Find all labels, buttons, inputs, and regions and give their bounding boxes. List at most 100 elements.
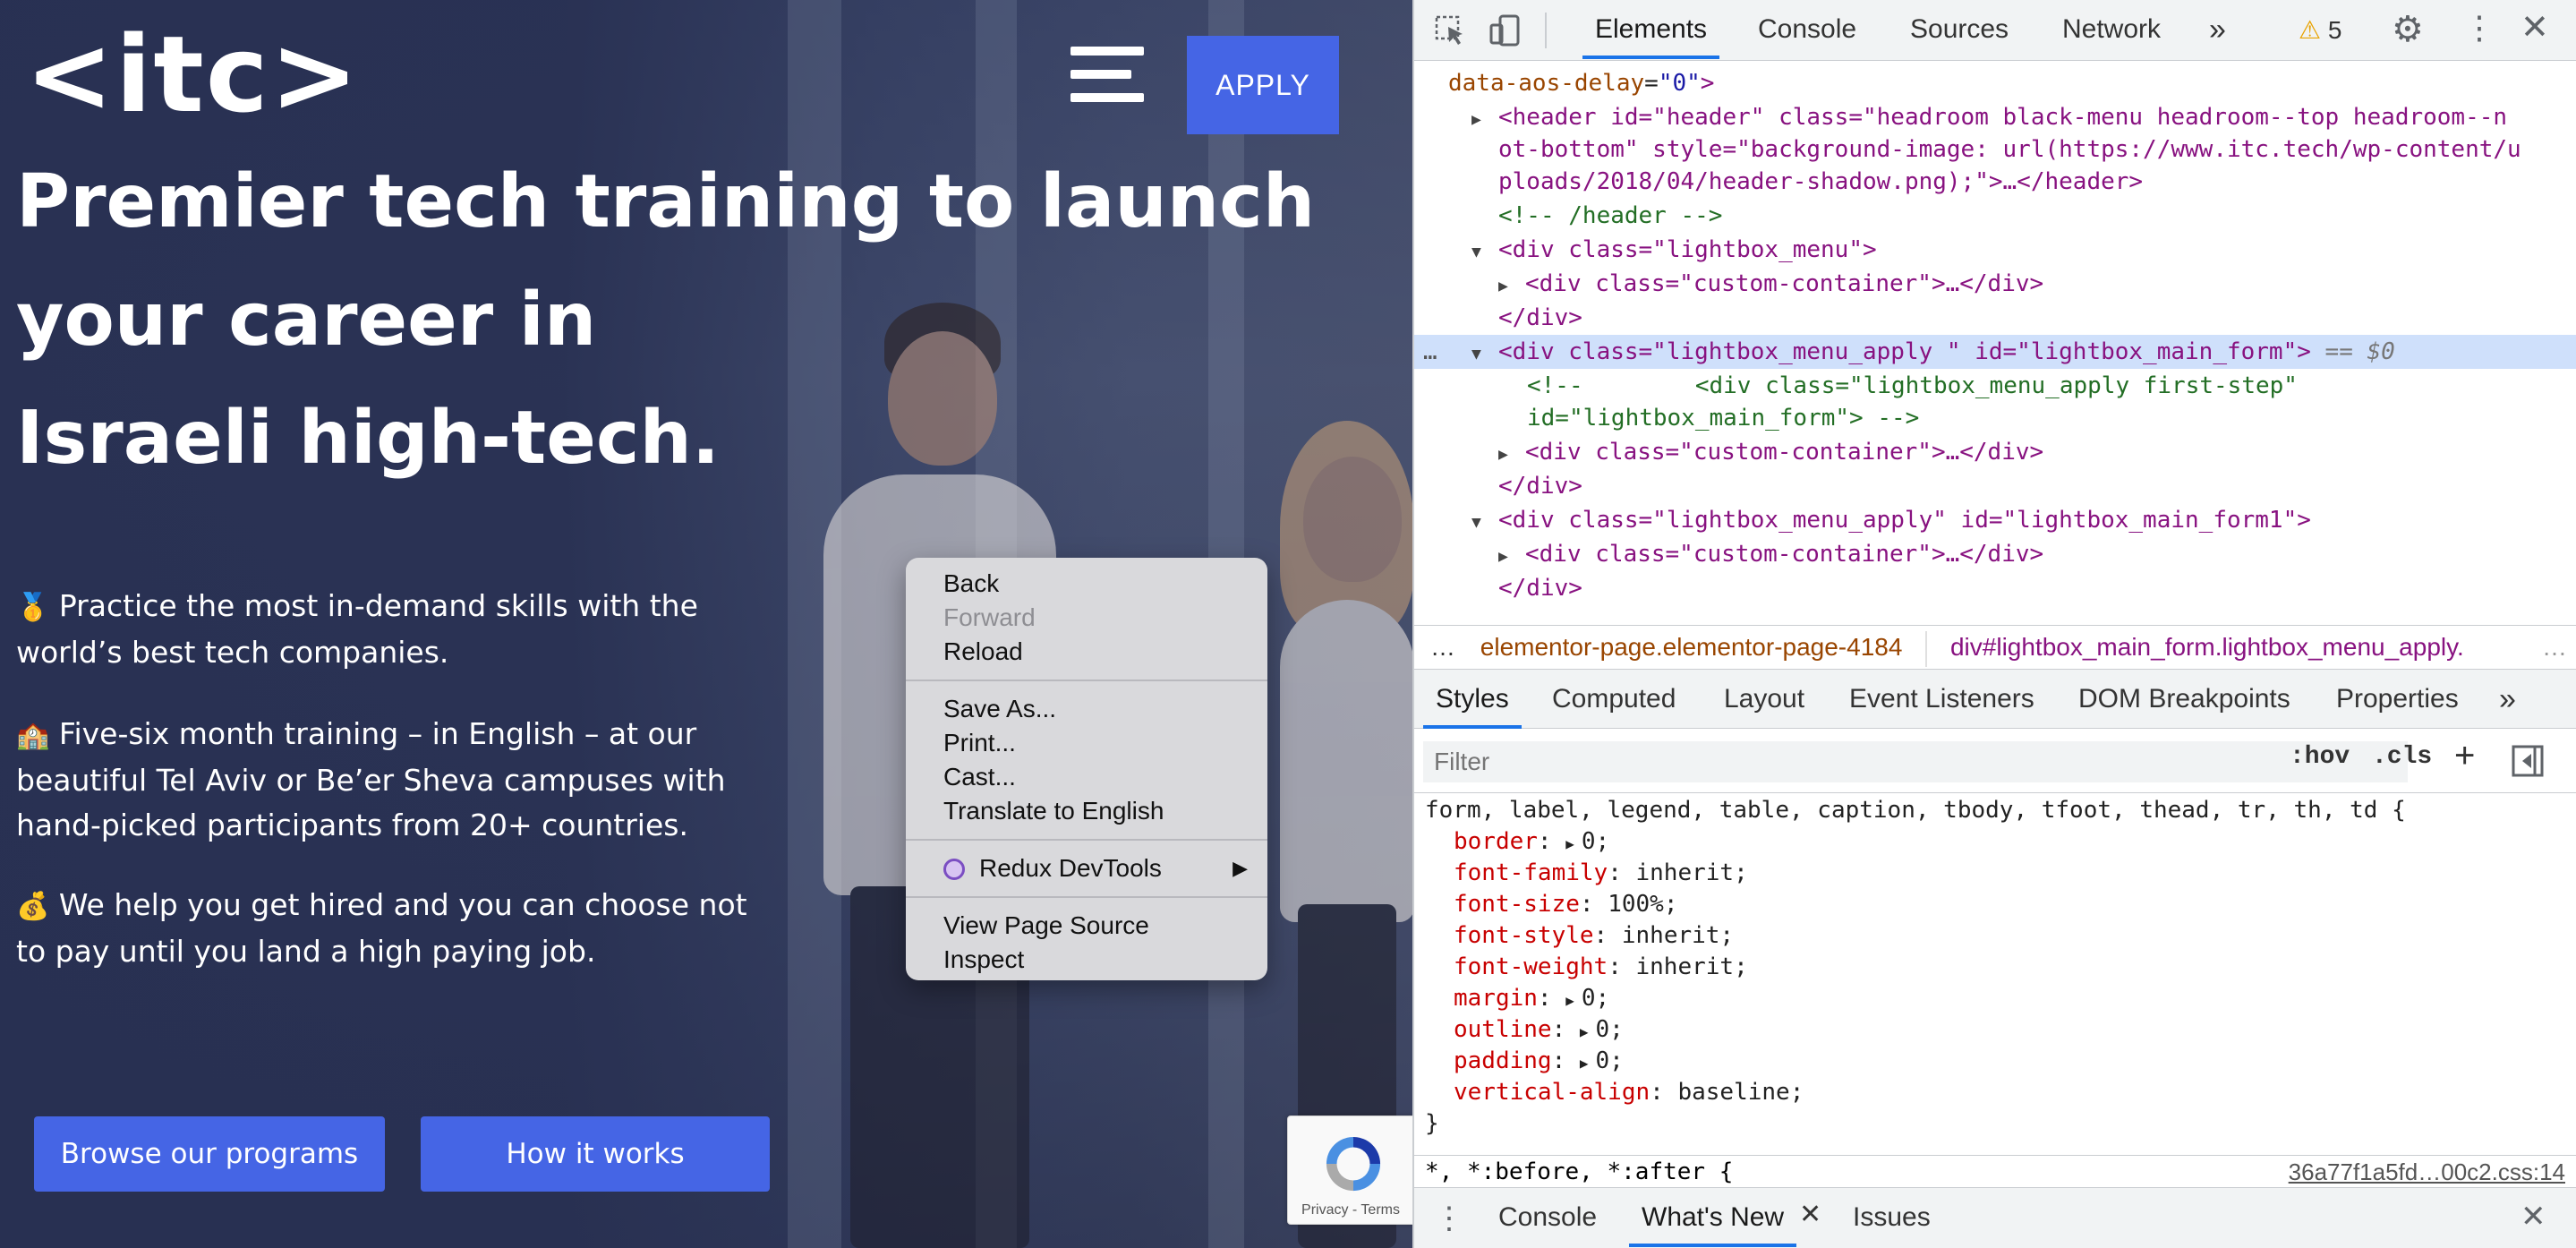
close-tab-icon[interactable]: ✕ bbox=[1799, 1199, 1821, 1230]
collapse-triangle-icon[interactable]: ▼ bbox=[1471, 506, 1498, 540]
expand-triangle-icon[interactable]: ▶ bbox=[1498, 269, 1525, 303]
tab-computed[interactable]: Computed bbox=[1552, 670, 1676, 729]
dom-node-custom-container[interactable]: ▶ <div class="custom-container">…</div> bbox=[1414, 537, 2576, 571]
css-value[interactable]: 100%; bbox=[1608, 891, 1677, 918]
dom-node-close[interactable]: </div> bbox=[1414, 469, 2576, 503]
tab-properties[interactable]: Properties bbox=[2336, 670, 2459, 729]
tab-elements[interactable]: Elements bbox=[1582, 0, 1720, 59]
dom-comment[interactable]: <!-- <div class="lightbox_menu_apply fir… bbox=[1414, 369, 2576, 403]
css-selector[interactable]: form, label, legend, table, caption, tbo… bbox=[1425, 795, 2406, 826]
hamburger-menu-icon[interactable] bbox=[1070, 47, 1144, 102]
css-value[interactable]: inherit; bbox=[1636, 953, 1748, 980]
more-options-icon[interactable]: ⋮ bbox=[2463, 9, 2495, 47]
dom-comment[interactable]: <!-- /header --> bbox=[1414, 199, 2576, 233]
dom-node-custom-container[interactable]: ▶ <div class="custom-container">…</div> bbox=[1414, 267, 2576, 301]
css-declaration[interactable]: font-weight: inherit; bbox=[1454, 952, 1748, 983]
menu-item-cast[interactable]: Cast... bbox=[906, 760, 1267, 794]
dom-node-line[interactable]: data-aos-delay="0"> bbox=[1414, 66, 2576, 100]
breadcrumb-more-icon[interactable]: … bbox=[1414, 626, 1473, 669]
styles-rules[interactable]: form, label, legend, table, caption, tbo… bbox=[1414, 795, 2576, 1153]
apply-button[interactable]: APPLY bbox=[1187, 36, 1339, 134]
expand-shorthand-icon[interactable]: ▶ bbox=[1565, 992, 1574, 1009]
tab-console[interactable]: Console bbox=[1758, 0, 1856, 59]
recaptcha-badge[interactable]: Privacy - Terms bbox=[1287, 1116, 1412, 1225]
css-property[interactable]: font-size bbox=[1454, 891, 1580, 918]
expand-triangle-icon[interactable]: ▶ bbox=[1498, 540, 1525, 574]
how-it-works-button[interactable]: How it works bbox=[421, 1116, 770, 1192]
css-selector[interactable]: *, *:before, *:after { bbox=[1414, 1158, 1733, 1185]
css-source-link[interactable]: 36a77f1a5fd…00c2.css:14 bbox=[2289, 1156, 2565, 1188]
css-property[interactable]: font-family bbox=[1454, 859, 1608, 886]
breadcrumb-more-icon[interactable]: … bbox=[2535, 626, 2567, 669]
css-declaration[interactable]: vertical-align: baseline; bbox=[1454, 1077, 1804, 1108]
expand-shorthand-icon[interactable]: ▶ bbox=[1565, 835, 1574, 852]
css-property[interactable]: outline bbox=[1454, 1016, 1552, 1043]
dom-node-custom-container[interactable]: ▶ <div class="custom-container">…</div> bbox=[1414, 435, 2576, 469]
css-value[interactable]: baseline; bbox=[1677, 1079, 1804, 1106]
css-declaration[interactable]: font-size: 100%; bbox=[1454, 889, 1677, 920]
collapse-triangle-icon[interactable]: ▼ bbox=[1471, 235, 1498, 269]
css-value[interactable]: 0; bbox=[1596, 1016, 1624, 1043]
tab-event-listeners[interactable]: Event Listeners bbox=[1849, 670, 2034, 729]
expand-shorthand-icon[interactable]: ▶ bbox=[1580, 1055, 1589, 1072]
menu-item-reload[interactable]: Reload bbox=[906, 635, 1267, 669]
css-value[interactable]: 0; bbox=[1582, 828, 1609, 855]
css-declaration[interactable]: padding: ▶ 0; bbox=[1454, 1046, 1624, 1077]
dom-node-close[interactable]: </div> bbox=[1414, 571, 2576, 605]
dom-tree[interactable]: data-aos-delay="0"> ▶ <header id="header"… bbox=[1414, 61, 2576, 625]
css-property[interactable]: font-weight bbox=[1454, 953, 1608, 980]
css-value[interactable]: 0; bbox=[1596, 1047, 1624, 1074]
browse-programs-button[interactable]: Browse our programs bbox=[34, 1116, 385, 1192]
close-devtools-icon[interactable]: ✕ bbox=[2521, 7, 2549, 47]
recaptcha-privacy-terms[interactable]: Privacy - Terms bbox=[1288, 1202, 1412, 1218]
css-property[interactable]: font-style bbox=[1454, 922, 1594, 949]
hov-toggle[interactable]: :hov bbox=[2290, 743, 2350, 771]
menu-item-inspect[interactable]: Inspect bbox=[906, 943, 1267, 977]
menu-item-view-source[interactable]: View Page Source bbox=[906, 909, 1267, 943]
close-drawer-icon[interactable]: ✕ bbox=[2521, 1199, 2546, 1235]
tab-styles[interactable]: Styles bbox=[1423, 670, 1522, 729]
drawer-tab-issues[interactable]: Issues bbox=[1853, 1188, 1931, 1247]
tab-layout[interactable]: Layout bbox=[1724, 670, 1804, 729]
menu-item-print[interactable]: Print... bbox=[906, 726, 1267, 760]
menu-item-back[interactable]: Back bbox=[906, 567, 1267, 601]
css-property[interactable]: border bbox=[1454, 828, 1538, 855]
breadcrumb-item[interactable]: elementor-page.elementor-page-4184 bbox=[1480, 633, 1903, 661]
new-style-rule-icon[interactable]: + bbox=[2454, 736, 2475, 776]
dom-node-selected[interactable]: … ▼ <div class="lightbox_menu_apply " id="… bbox=[1414, 335, 2576, 369]
inspect-element-icon[interactable] bbox=[1434, 14, 1466, 47]
menu-item-redux-devtools[interactable]: Redux DevTools ▶ bbox=[906, 851, 1267, 885]
tab-sources[interactable]: Sources bbox=[1910, 0, 2009, 59]
css-declaration[interactable]: margin: ▶ 0; bbox=[1454, 983, 1609, 1014]
menu-item-save-as[interactable]: Save As... bbox=[906, 692, 1267, 726]
next-style-rule[interactable]: *, *:before, *:after { 36a77f1a5fd…00c2.… bbox=[1414, 1155, 2576, 1187]
more-tabs-icon[interactable]: » bbox=[2499, 670, 2516, 729]
node-actions-icon[interactable]: … bbox=[1423, 335, 1471, 369]
drawer-tab-whats-new[interactable]: What's New bbox=[1628, 1188, 1797, 1247]
drawer-tab-console[interactable]: Console bbox=[1498, 1188, 1597, 1247]
expand-shorthand-icon[interactable]: ▶ bbox=[1580, 1023, 1589, 1040]
settings-gear-icon[interactable]: ⚙ bbox=[2392, 9, 2424, 50]
more-tabs-icon[interactable]: » bbox=[2209, 0, 2226, 59]
css-declaration[interactable]: font-style: inherit; bbox=[1454, 920, 1734, 952]
cls-toggle[interactable]: .cls bbox=[2372, 743, 2432, 771]
css-declaration[interactable]: border: ▶ 0; bbox=[1454, 826, 1609, 858]
css-declaration[interactable]: font-family: inherit; bbox=[1454, 858, 1748, 889]
css-declaration[interactable]: outline: ▶ 0; bbox=[1454, 1014, 1624, 1046]
styles-filter-input[interactable] bbox=[1423, 741, 2408, 782]
css-property[interactable]: padding bbox=[1454, 1047, 1552, 1074]
itc-logo[interactable]: <itc> bbox=[25, 16, 361, 132]
css-property[interactable]: margin bbox=[1454, 985, 1538, 1012]
css-value[interactable]: inherit; bbox=[1636, 859, 1748, 886]
warnings-indicator[interactable]: ⚠ 5 bbox=[2299, 13, 2341, 48]
drawer-menu-icon[interactable]: ⋮ bbox=[1434, 1201, 1464, 1236]
css-value[interactable]: 0; bbox=[1582, 985, 1609, 1012]
dom-node-lightbox-menu[interactable]: ▼ <div class="lightbox_menu"> bbox=[1414, 233, 2576, 267]
collapse-triangle-icon[interactable]: ▼ bbox=[1471, 338, 1498, 372]
css-property[interactable]: vertical-align bbox=[1454, 1079, 1650, 1106]
dom-node-form1[interactable]: ▼ <div class="lightbox_menu_apply" id="li… bbox=[1414, 503, 2576, 537]
dom-node-close[interactable]: </div> bbox=[1414, 301, 2576, 335]
expand-triangle-icon[interactable]: ▶ bbox=[1498, 438, 1525, 472]
dom-node-header[interactable]: ▶ <header id="header" class="headroom bla… bbox=[1414, 100, 2576, 134]
toggle-sidebar-icon[interactable] bbox=[2512, 745, 2544, 777]
